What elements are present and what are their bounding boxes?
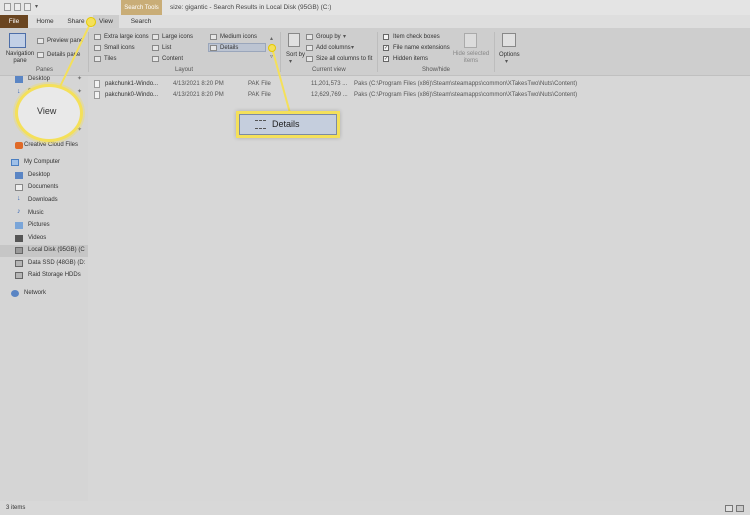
view-callout-label: View <box>37 106 57 116</box>
details-callout-button: Details <box>239 114 337 135</box>
view-tab-marker <box>86 17 96 27</box>
details-option-marker <box>268 44 276 52</box>
details-list-icon <box>255 120 266 129</box>
details-callout-box: Details <box>236 111 340 138</box>
callout-connectors <box>56 21 291 114</box>
details-callout-label: Details <box>272 119 300 129</box>
